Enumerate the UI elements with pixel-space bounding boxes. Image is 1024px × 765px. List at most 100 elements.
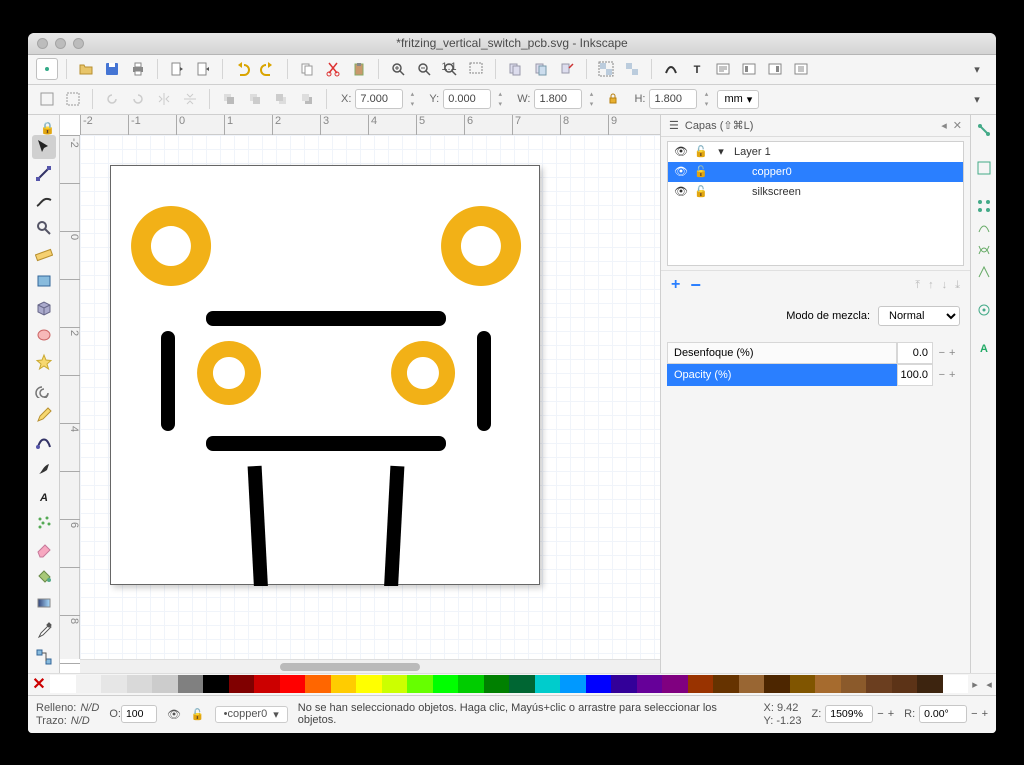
color-swatch[interactable]: [713, 675, 739, 693]
redo-button[interactable]: [257, 58, 279, 80]
zoom-incr[interactable]: +: [888, 708, 894, 720]
new-document-button[interactable]: [36, 58, 58, 80]
color-swatch[interactable]: [662, 675, 688, 693]
color-swatch[interactable]: [841, 675, 867, 693]
color-swatch[interactable]: [331, 675, 357, 693]
pencil-tool[interactable]: [32, 404, 56, 428]
rect-tool[interactable]: [32, 269, 56, 293]
layer-top-button[interactable]: ⤒: [915, 279, 920, 292]
zoom-field[interactable]: [825, 705, 873, 723]
horizontal-scrollbar[interactable]: [80, 659, 660, 673]
layer-row[interactable]: 👁🔓copper0: [668, 162, 963, 182]
flip-h-button[interactable]: [153, 88, 175, 110]
fill-stroke-button[interactable]: [660, 58, 682, 80]
bezier-tool[interactable]: [32, 430, 56, 454]
color-swatch[interactable]: [611, 675, 637, 693]
snap-nodes-button[interactable]: [975, 197, 993, 215]
blur-decr[interactable]: −: [939, 347, 945, 359]
undo-button[interactable]: [231, 58, 253, 80]
dropper-tool[interactable]: [32, 618, 56, 642]
color-swatch[interactable]: [688, 675, 714, 693]
layer-up-button[interactable]: ↑: [928, 279, 934, 292]
calligraphy-tool[interactable]: [32, 457, 56, 481]
snap-paths-button[interactable]: [975, 219, 993, 237]
visibility-icon[interactable]: 👁: [674, 145, 688, 158]
h-field[interactable]: ▴▾: [649, 89, 713, 109]
lock-icon[interactable]: 🔓: [694, 165, 708, 178]
visibility-icon[interactable]: 👁: [674, 165, 688, 178]
lower-bottom-button[interactable]: [296, 88, 318, 110]
flip-v-button[interactable]: [179, 88, 201, 110]
snap-center-button[interactable]: [975, 301, 993, 319]
remove-layer-button[interactable]: −: [690, 275, 701, 296]
snap-text-button[interactable]: A: [975, 339, 993, 357]
paint-bucket-tool[interactable]: [32, 564, 56, 588]
transform-button[interactable]: [764, 58, 786, 80]
layers-tree[interactable]: 👁🔓▾Layer 1👁🔓copper0👁🔓silkscreen: [667, 141, 964, 266]
color-swatch[interactable]: [127, 675, 153, 693]
color-swatch[interactable]: [407, 675, 433, 693]
select-all-layers-button[interactable]: [36, 88, 58, 110]
ungroup-button[interactable]: [621, 58, 643, 80]
swatches[interactable]: [50, 675, 968, 693]
opacity-value[interactable]: 100.0: [897, 364, 933, 386]
blur-slider[interactable]: Desenfoque (%): [667, 342, 897, 364]
unlink-clone-button[interactable]: [556, 58, 578, 80]
measure-tool[interactable]: [32, 243, 56, 267]
rotation-field[interactable]: [919, 705, 967, 723]
print-button[interactable]: [127, 58, 149, 80]
star-tool[interactable]: [32, 350, 56, 374]
color-swatch[interactable]: [764, 675, 790, 693]
color-swatch[interactable]: [586, 675, 612, 693]
group-button[interactable]: [595, 58, 617, 80]
copy-button[interactable]: [296, 58, 318, 80]
opacity-decr[interactable]: −: [939, 369, 945, 381]
color-swatch[interactable]: [535, 675, 561, 693]
node-tool[interactable]: [32, 162, 56, 186]
xml-editor-button[interactable]: [712, 58, 734, 80]
menu-overflow-button[interactable]: ▾: [966, 58, 988, 80]
color-swatch[interactable]: [509, 675, 535, 693]
raise-top-button[interactable]: [218, 88, 240, 110]
color-swatch[interactable]: [152, 675, 178, 693]
open-button[interactable]: [75, 58, 97, 80]
cut-button[interactable]: [322, 58, 344, 80]
rotate-ccw-button[interactable]: [101, 88, 123, 110]
raise-button[interactable]: [244, 88, 266, 110]
color-swatch[interactable]: [866, 675, 892, 693]
color-swatch[interactable]: [917, 675, 943, 693]
zoom-tool[interactable]: [32, 216, 56, 240]
snap-intersect-button[interactable]: [975, 241, 993, 259]
color-swatch[interactable]: [458, 675, 484, 693]
layer-down-button[interactable]: ↓: [942, 279, 948, 292]
layer-bottom-button[interactable]: ⤓: [955, 279, 960, 292]
spiral-tool[interactable]: [32, 377, 56, 401]
color-swatch[interactable]: [943, 675, 969, 693]
color-swatch[interactable]: [356, 675, 382, 693]
zoom-selection-button[interactable]: [465, 58, 487, 80]
dock-iconify-button[interactable]: ◂: [941, 119, 947, 132]
preferences-button[interactable]: [790, 58, 812, 80]
zoom-in-button[interactable]: [387, 58, 409, 80]
color-swatch[interactable]: [305, 675, 331, 693]
export-button[interactable]: [192, 58, 214, 80]
color-swatch[interactable]: [433, 675, 459, 693]
snap-bbox-button[interactable]: [975, 159, 993, 177]
lower-button[interactable]: [270, 88, 292, 110]
zoom-fit-button[interactable]: 1:1: [439, 58, 461, 80]
color-swatch[interactable]: [50, 675, 76, 693]
blend-mode-select[interactable]: Normal: [878, 306, 960, 326]
color-swatch[interactable]: [815, 675, 841, 693]
x-field[interactable]: ▴▾: [355, 89, 419, 109]
rotate-cw-button[interactable]: [127, 88, 149, 110]
color-swatch[interactable]: [560, 675, 586, 693]
add-layer-button[interactable]: +: [671, 276, 680, 294]
color-swatch[interactable]: [790, 675, 816, 693]
color-swatch[interactable]: [637, 675, 663, 693]
blur-value[interactable]: 0.0: [897, 342, 933, 364]
w-field[interactable]: ▴▾: [534, 89, 598, 109]
save-button[interactable]: [101, 58, 123, 80]
opacity-incr[interactable]: +: [949, 369, 955, 381]
lock-icon[interactable]: 🔓: [694, 145, 708, 158]
text-button[interactable]: T: [686, 58, 708, 80]
